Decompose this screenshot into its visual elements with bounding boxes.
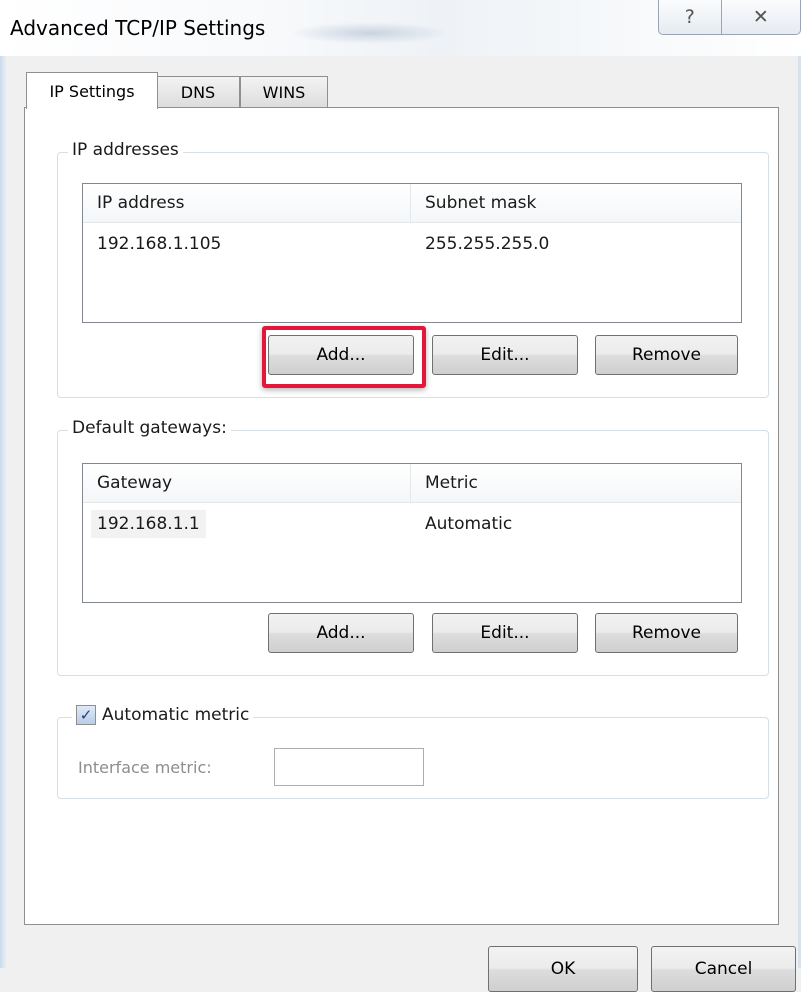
ip-addresses-legend: IP addresses — [68, 140, 183, 160]
tab-wins[interactable]: WINS — [240, 76, 328, 108]
subnet-mask-cell: 255.255.255.0 — [425, 234, 550, 254]
interface-metric-field[interactable] — [274, 748, 424, 786]
ip-edit-button[interactable]: Edit... — [432, 335, 578, 375]
gateway-add-button[interactable]: Add... — [268, 613, 414, 653]
window-title: Advanced TCP/IP Settings — [10, 16, 266, 40]
interface-metric-label: Interface metric: — [78, 758, 212, 777]
ip-address-list[interactable]: IP address Subnet mask 192.168.1.105 255… — [82, 183, 742, 323]
ip-remove-button[interactable]: Remove — [595, 335, 738, 375]
default-gateways-legend: Default gateways: — [68, 418, 231, 438]
column-header-subnet-mask[interactable]: Subnet mask — [411, 184, 741, 222]
gateway-list-header: Gateway Metric — [83, 464, 741, 503]
ip-address-cell: 192.168.1.105 — [97, 234, 222, 254]
ok-button[interactable]: OK — [488, 946, 638, 992]
add-button-highlight — [262, 326, 426, 388]
tab-ip-settings[interactable]: IP Settings — [26, 72, 158, 109]
help-icon: ? — [684, 6, 695, 28]
gateway-edit-button[interactable]: Edit... — [432, 613, 578, 653]
tab-dns[interactable]: DNS — [156, 76, 240, 108]
metric-cell: Automatic — [425, 514, 513, 534]
help-button[interactable]: ? — [658, 0, 722, 35]
close-icon: ✕ — [752, 6, 769, 28]
gateway-list[interactable]: Gateway Metric 192.168.1.1 Automatic — [82, 463, 742, 603]
ip-list-header: IP address Subnet mask — [83, 184, 741, 223]
gateway-cell: 192.168.1.1 — [91, 510, 206, 538]
tab-dns-label: DNS — [180, 83, 216, 102]
checkmark-icon: ✓ — [79, 706, 93, 724]
automatic-metric-label: Automatic metric — [102, 705, 250, 725]
title-bar: Advanced TCP/IP Settings ? ✕ — [0, 0, 801, 56]
automatic-metric-legend: ✓ Automatic metric — [72, 705, 254, 725]
table-row[interactable]: 192.168.1.105 255.255.255.0 — [83, 230, 741, 258]
column-header-ip-address[interactable]: IP address — [83, 184, 411, 222]
window-left-edge — [0, 56, 6, 968]
cancel-button[interactable]: Cancel — [651, 946, 796, 992]
table-row[interactable]: 192.168.1.1 Automatic — [83, 510, 741, 538]
tab-panel-ip-settings: IP addresses IP address Subnet mask 192.… — [24, 107, 779, 925]
caption-buttons: ? ✕ — [658, 0, 801, 36]
tab-ip-settings-label: IP Settings — [49, 81, 135, 101]
title-bar-blur — [290, 22, 450, 44]
column-header-gateway[interactable]: Gateway — [83, 464, 411, 502]
automatic-metric-checkbox[interactable]: ✓ — [76, 705, 96, 725]
close-button[interactable]: ✕ — [721, 0, 801, 35]
tab-wins-label: WINS — [262, 83, 306, 102]
metric-group: ✓ Automatic metric Interface metric: — [57, 705, 769, 799]
column-header-metric[interactable]: Metric — [411, 464, 741, 502]
gateway-cell-wrap: 192.168.1.1 — [83, 510, 411, 538]
gateway-remove-button[interactable]: Remove — [595, 613, 738, 653]
